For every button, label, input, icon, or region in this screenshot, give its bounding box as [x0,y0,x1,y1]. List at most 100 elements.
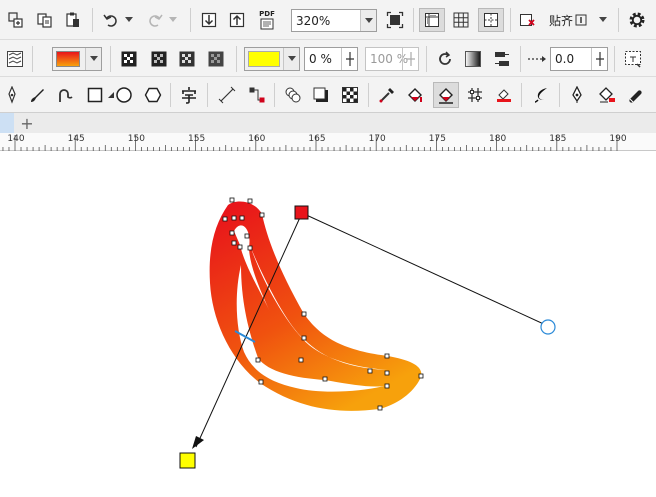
acceleration-field[interactable]: 0.0 [550,47,608,71]
fill-pattern-icon[interactable] [4,48,26,70]
snap-off-icon[interactable] [516,10,538,30]
new-document-icon[interactable] [4,10,26,30]
path-node[interactable] [384,370,390,376]
smart-fill-tool-icon[interactable] [493,84,515,106]
path-node[interactable] [239,215,245,221]
artistic-media-icon[interactable] [531,84,553,106]
snap-dropdown-icon[interactable] [596,10,610,30]
acceleration-slider-icon[interactable] [591,48,607,70]
smooth-blend-icon[interactable] [462,48,484,70]
blend-tool-icon[interactable] [282,84,304,106]
gradient-dropdown-icon[interactable] [85,48,101,70]
interactive-fill-active-icon[interactable] [433,82,459,108]
path-node[interactable] [231,240,237,246]
paste-icon[interactable] [62,10,84,30]
export-icon[interactable] [226,10,248,30]
ruler-label: 185 [549,134,567,144]
bezier-tool-icon[interactable] [54,84,76,106]
path-node[interactable] [222,216,228,222]
radial-transparency-icon[interactable] [176,48,198,70]
path-node[interactable] [384,383,390,389]
fill-bucket-icon[interactable] [595,84,619,106]
node-transparency-field[interactable]: 0 % [304,47,358,71]
show-rulers-icon[interactable] [419,8,445,32]
gradient-color-picker[interactable] [52,47,102,71]
path-node[interactable] [418,373,424,379]
path-node[interactable] [367,368,373,374]
path-node[interactable] [384,353,390,359]
options-gear-icon[interactable] [626,10,648,30]
align-nodes-icon[interactable] [491,48,513,70]
gradient-end-node[interactable] [179,452,196,469]
gradient-angle-handle[interactable] [540,319,556,335]
path-node[interactable] [244,233,250,239]
eyedropper-tool-icon[interactable] [376,84,398,106]
acceleration-arrow-icon[interactable] [526,48,548,70]
node-scale-slider-icon[interactable] [402,48,418,70]
path-node[interactable] [255,357,261,363]
horizontal-ruler[interactable]: 140 145 150 155 160 165 170 175 180 185 190 [0,133,656,151]
interactive-fill-tool-icon[interactable] [404,84,426,106]
full-screen-preview-icon[interactable] [384,10,406,30]
import-icon[interactable] [198,10,220,30]
gradient-swatch[interactable] [56,51,80,67]
ruler-label: 145 [67,134,85,144]
drop-shadow-tool-icon[interactable] [310,84,332,106]
redo-icon[interactable] [144,10,166,30]
transparency-slider-icon[interactable] [341,48,357,70]
free-scale-skew-icon[interactable] [620,46,646,72]
freehand-tool-icon[interactable] [26,84,48,106]
node-scale-field[interactable]: 100 % [365,47,419,71]
copy-page-icon[interactable] [34,10,56,30]
redo-dropdown-icon[interactable] [166,10,180,30]
reverse-gradient-icon[interactable] [434,48,456,70]
ruler-label: 170 [368,134,386,144]
path-node[interactable] [229,230,235,236]
eraser-icon[interactable] [624,84,646,106]
path-node[interactable] [322,376,328,382]
dimension-tool-icon[interactable] [216,84,238,106]
add-document-tab-button[interactable]: + [16,113,38,133]
node-color-dropdown-icon[interactable] [283,48,299,70]
path-node[interactable] [301,311,307,317]
ellipse-tool-icon[interactable] [113,84,135,106]
pick-tool-icon[interactable] [2,84,22,106]
canvas-artwork[interactable] [0,151,656,497]
path-node[interactable] [237,244,243,250]
gradient-start-node[interactable] [294,205,309,220]
node-color-swatch[interactable] [248,51,280,67]
path-node[interactable] [229,197,235,203]
rectangle-tool-icon[interactable] [84,84,106,106]
mesh-fill-tool-icon[interactable] [464,84,486,106]
gradient-angle-line[interactable] [301,212,549,327]
drawing-canvas[interactable] [0,151,656,497]
path-node[interactable] [259,212,265,218]
path-node[interactable] [301,335,307,341]
text-tool-icon[interactable] [178,84,200,106]
path-node[interactable] [298,357,304,363]
show-guidelines-icon[interactable] [478,8,504,32]
linear-transparency-icon[interactable] [148,48,170,70]
pen-nib-icon[interactable] [566,84,588,106]
path-node[interactable] [247,198,253,204]
path-node[interactable] [231,215,237,221]
undo-icon[interactable] [100,10,122,30]
connector-tool-icon[interactable] [246,84,268,106]
document-tab[interactable] [0,113,14,133]
path-node[interactable] [258,379,264,385]
undo-dropdown-icon[interactable] [122,10,136,30]
show-grid-icon[interactable] [450,10,472,30]
publish-pdf-button[interactable]: PDF [254,9,280,31]
polygon-tool-icon[interactable] [142,84,164,106]
path-node[interactable] [377,405,383,411]
zoom-dropdown-icon[interactable] [360,10,376,31]
pdf-label: PDF [259,10,275,18]
uniform-transparency-icon[interactable] [118,48,140,70]
node-color-picker[interactable] [244,47,300,71]
path-node[interactable] [247,245,253,251]
snap-to-button[interactable]: 贴齐 [544,9,592,31]
conical-transparency-icon[interactable] [205,48,227,70]
transparency-tool-icon[interactable] [339,84,361,106]
banana-shape[interactable] [209,201,422,411]
zoom-level-combo[interactable]: 320% [291,9,377,32]
